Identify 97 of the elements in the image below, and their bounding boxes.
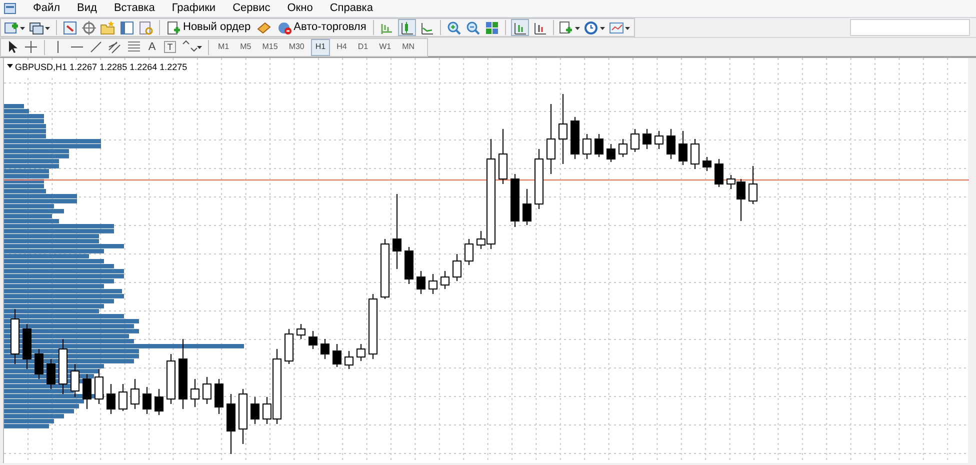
candlestick [118, 384, 128, 412]
candlestick [380, 238, 390, 300]
candlestick [106, 384, 116, 414]
candlestick [46, 358, 56, 390]
candlestick [690, 138, 700, 170]
collapse-triangle-icon[interactable] [7, 64, 13, 68]
candlestick [166, 354, 176, 404]
candlestick [344, 350, 354, 370]
candlestick [630, 128, 640, 152]
candlestick [546, 104, 556, 174]
candlestick [190, 378, 200, 408]
new-chart-icon[interactable] [4, 20, 26, 36]
menu-item[interactable]: Вид [77, 0, 97, 17]
candlestick [464, 238, 474, 266]
app-icon[interactable] [4, 3, 16, 14]
candlestick [320, 338, 330, 360]
menu-item[interactable]: Справка [330, 0, 373, 17]
candlestick [522, 188, 532, 226]
menu-item[interactable]: Вставка [114, 0, 155, 17]
order-document-icon [167, 20, 181, 34]
candlestick [582, 134, 592, 160]
add-indicator-icon[interactable] [559, 20, 582, 36]
candlestick [594, 134, 604, 158]
candlestick [214, 378, 224, 414]
text-label-tool[interactable]: T [164, 41, 176, 53]
timeframe-button[interactable]: H4 [332, 38, 351, 56]
candlestick [558, 94, 568, 164]
text-tool[interactable]: A [145, 38, 159, 56]
candlestick [534, 148, 544, 210]
candlestick [82, 374, 92, 410]
candlestick [332, 344, 342, 368]
menu-item[interactable]: Файл [33, 0, 60, 17]
zoom-out-icon[interactable] [465, 20, 482, 36]
search-field[interactable] [850, 19, 970, 36]
candlestick [570, 116, 580, 160]
folder-star-icon[interactable] [100, 20, 116, 36]
zoom-in-icon[interactable] [446, 20, 462, 36]
candlestick [642, 128, 652, 150]
chart-symbol-header: GBPUSD,H1 1.2267 1.2285 1.2264 1.2275 [15, 61, 190, 74]
candlestick [142, 386, 152, 414]
candlestick [34, 348, 44, 380]
candlestick [70, 364, 80, 398]
timeframe-button[interactable]: M15 [258, 38, 282, 56]
navigator-icon[interactable] [81, 20, 97, 36]
candlestick [702, 156, 712, 172]
candlestick [226, 394, 236, 454]
candlestick [22, 324, 32, 370]
candlestick [606, 144, 616, 162]
candlestick [510, 174, 520, 228]
trendline-icon[interactable] [88, 39, 104, 55]
candlestick [356, 344, 366, 362]
candlestick-icon [399, 20, 416, 36]
tile-windows-icon[interactable] [484, 20, 500, 36]
profiles-icon[interactable] [29, 20, 51, 36]
candlestick [368, 294, 378, 360]
chart-shift-button[interactable] [511, 19, 530, 36]
timeframe-button[interactable]: M1 [214, 38, 234, 56]
autotrading-button[interactable]: Авто-торговля [274, 19, 368, 36]
candlestick [202, 376, 212, 404]
timeframe-button[interactable]: D1 [354, 38, 372, 56]
candlestick [440, 270, 450, 290]
candlestick [58, 338, 68, 394]
candlestick [678, 130, 688, 166]
menu-item[interactable]: Окно [287, 0, 313, 17]
crosshair-icon[interactable] [23, 39, 39, 55]
candlestick [250, 396, 260, 424]
candlestick [308, 330, 318, 350]
templates-icon[interactable] [609, 20, 632, 36]
clock-icon[interactable] [584, 20, 606, 36]
timeframe-button[interactable]: M30 [284, 38, 308, 56]
menu-item[interactable]: Графики [172, 0, 216, 17]
timeframe-button[interactable]: MN [398, 38, 419, 56]
candlestick [404, 246, 414, 284]
candlestick [428, 274, 438, 294]
timeframe-button[interactable]: M5 [236, 38, 256, 56]
candlestick [452, 254, 462, 282]
candlestick [178, 338, 188, 410]
candlestick [498, 128, 508, 184]
candlestick [238, 388, 248, 444]
candlestick [296, 324, 306, 340]
terminal-window-icon[interactable] [119, 20, 135, 36]
new-order-button[interactable]: Новый ордер [165, 19, 253, 36]
candlestick [666, 128, 676, 160]
candlestick [618, 138, 628, 158]
timeframe-button[interactable]: H1 [311, 38, 330, 56]
candlestick [10, 308, 20, 364]
candlestick [416, 270, 426, 294]
timeframe-button[interactable]: W1 [375, 38, 396, 56]
candlestick-chart-button[interactable] [398, 19, 416, 36]
menu-item[interactable]: Сервис [232, 0, 270, 17]
candlestick [284, 328, 294, 364]
candlestick [130, 378, 140, 410]
candlestick [654, 130, 664, 150]
candlestick [714, 158, 724, 188]
candlestick [748, 166, 758, 204]
candlestick [94, 368, 104, 404]
candlestick [154, 388, 164, 416]
